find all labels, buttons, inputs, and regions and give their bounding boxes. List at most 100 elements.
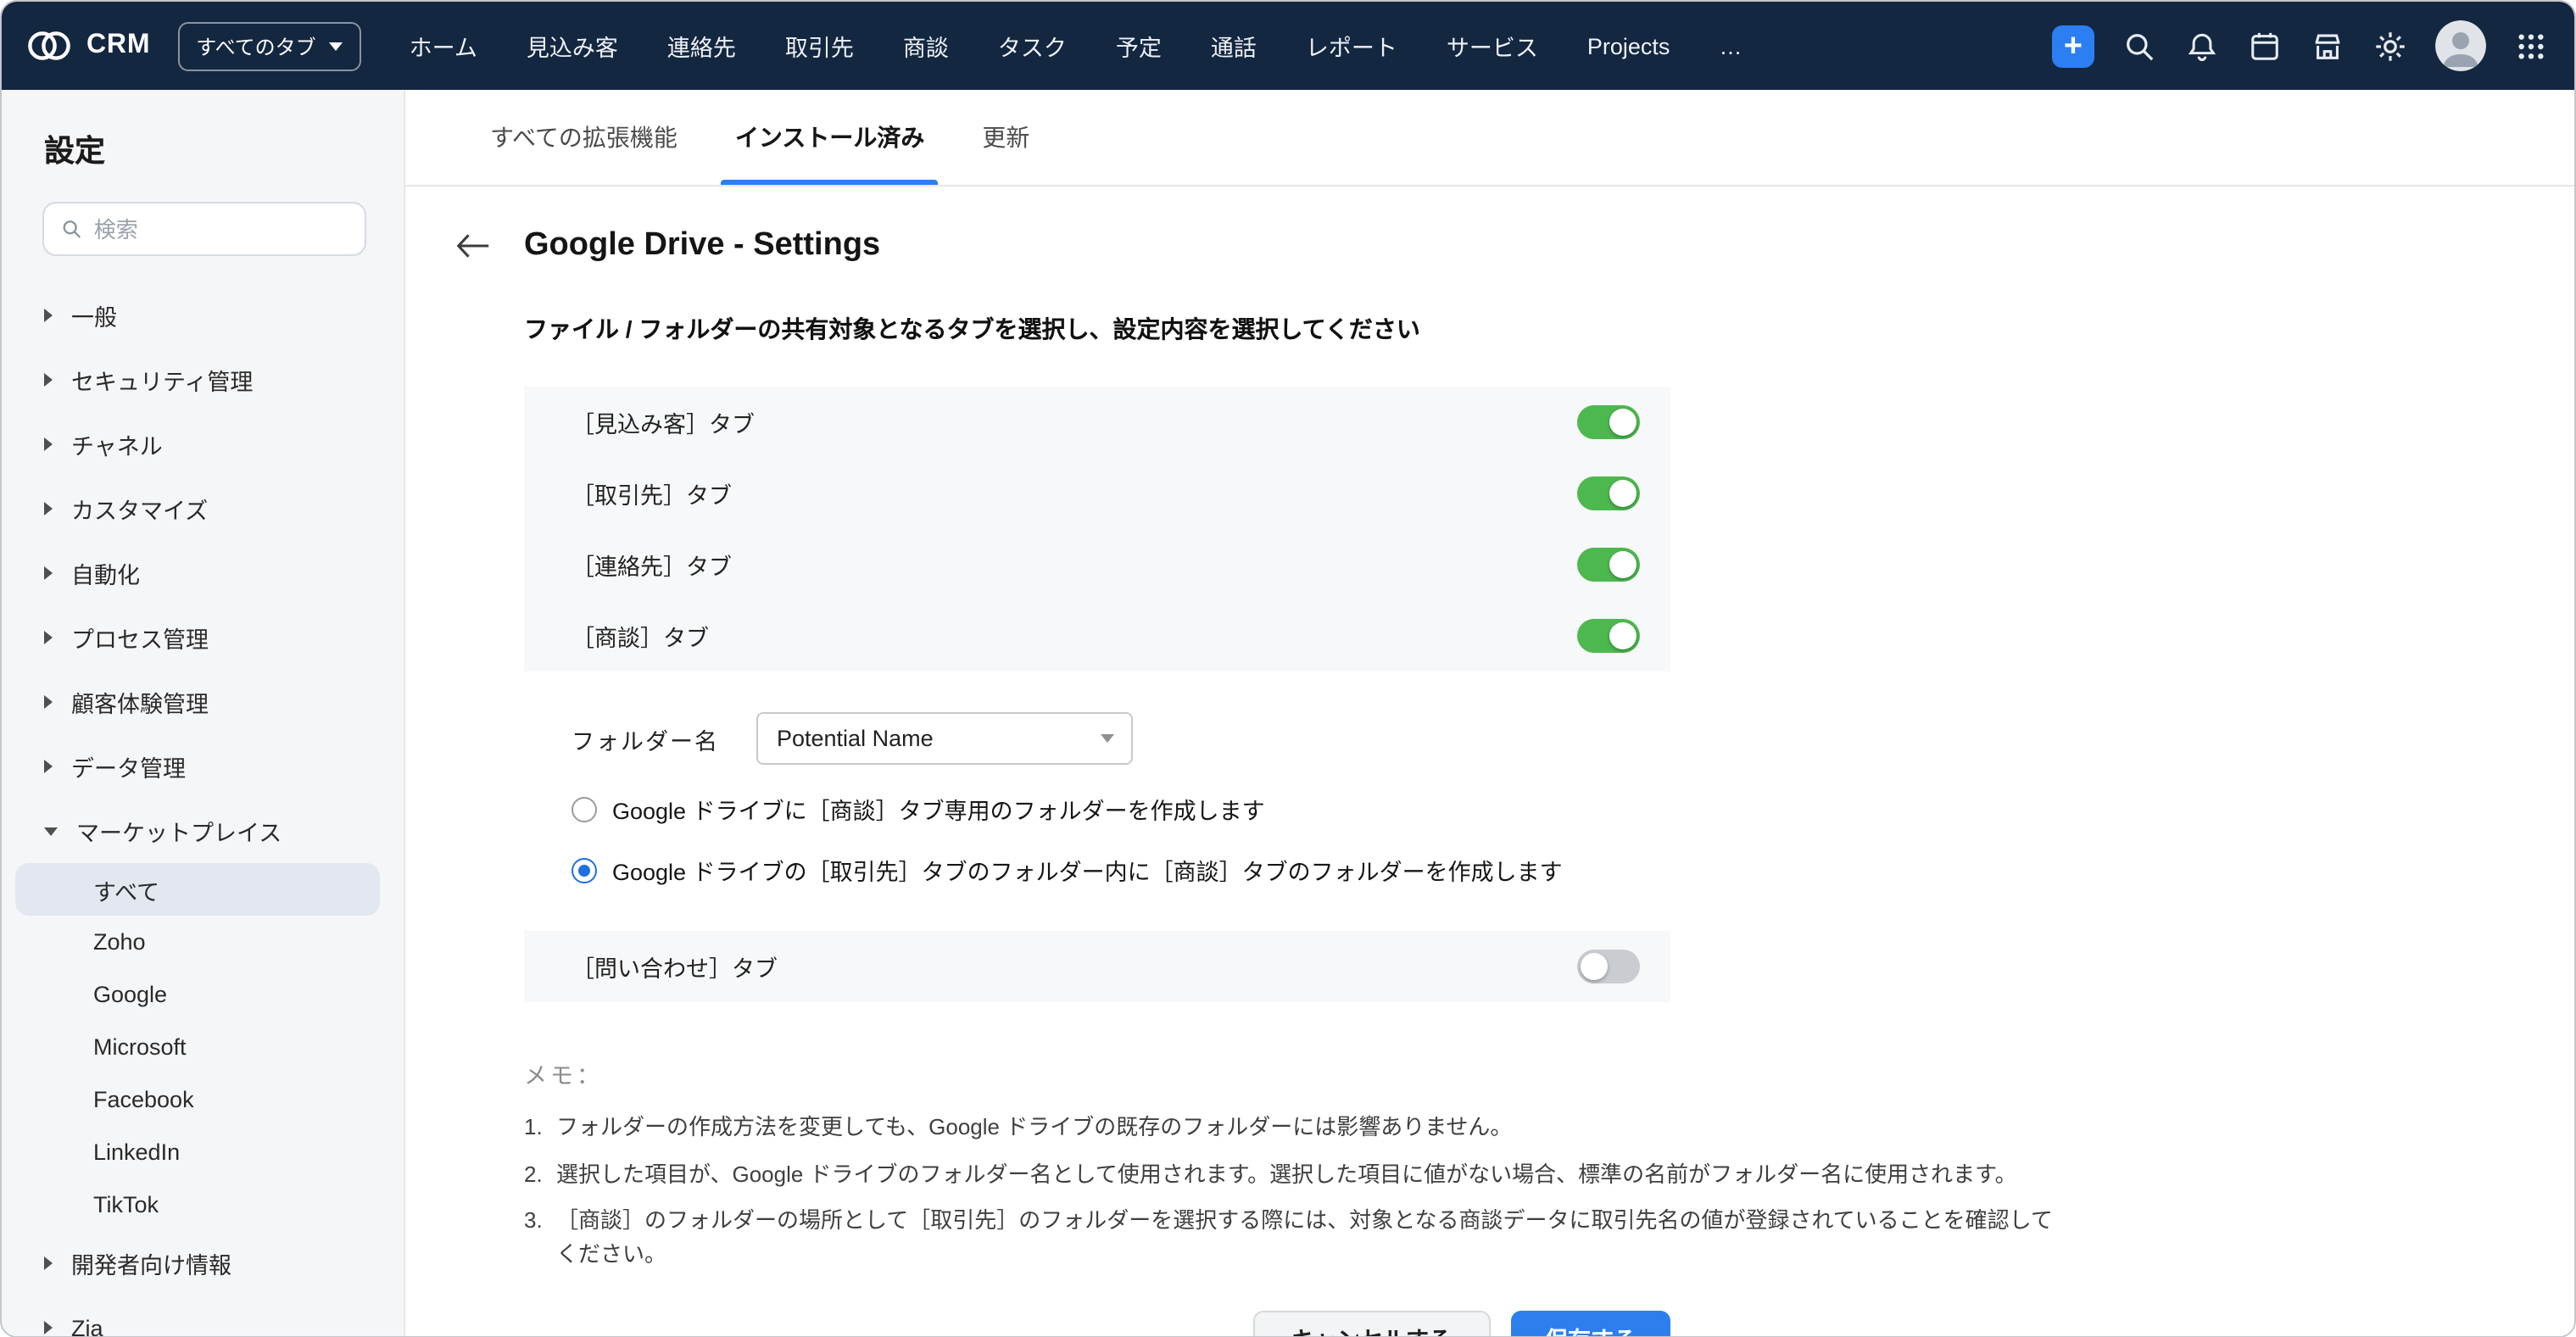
- arrow-left-icon: [456, 232, 490, 259]
- sidebar-subitem-google[interactable]: Google: [15, 968, 380, 1021]
- radio-button[interactable]: [572, 796, 597, 822]
- sidebar-item-label: マーケットプレイス: [76, 814, 282, 848]
- toggle-switch-contacts[interactable]: [1577, 548, 1640, 582]
- sidebar-subitem-linkedin[interactable]: LinkedIn: [15, 1126, 380, 1178]
- nav-item[interactable]: 予定: [1116, 29, 1162, 63]
- sidebar-item-label: 自動化: [71, 556, 140, 590]
- nav-item[interactable]: 通話: [1211, 29, 1257, 63]
- note-item: 1. フォルダーの作成方法を変更しても、Google ドライブの既存のフォルダー…: [524, 1111, 2067, 1144]
- nav-item[interactable]: Projects: [1587, 33, 1670, 58]
- sidebar-item-developer[interactable]: 開発者向け情報: [2, 1231, 404, 1295]
- toggle-row-label: ［見込み客］タブ: [572, 405, 755, 439]
- sidebar-item-label: Zia: [71, 1315, 103, 1335]
- bell-icon: [2186, 30, 2218, 62]
- sidebar-item-process[interactable]: プロセス管理: [2, 605, 404, 670]
- tab-all-extensions[interactable]: すべての拡張機能: [487, 90, 681, 185]
- toggle-row: ［連絡先］タブ: [524, 529, 1670, 600]
- sidebar-search[interactable]: [42, 202, 366, 256]
- note-item: 2. 選択した項目が、Google ドライブのフォルダー名として使用されます。選…: [524, 1157, 2067, 1190]
- avatar-icon: [2435, 20, 2486, 71]
- nav-item[interactable]: レポート: [1306, 29, 1397, 63]
- page-title: Google Drive - Settings: [524, 227, 880, 265]
- chevron-right-icon: [44, 695, 53, 709]
- radio-button[interactable]: [572, 857, 597, 883]
- sidebar-item-marketplace[interactable]: マーケットプレイス: [2, 799, 404, 863]
- note-text: 選択した項目が、Google ドライブのフォルダー名として使用されます。選択した…: [556, 1157, 2017, 1190]
- marketplace-button[interactable]: [2310, 28, 2345, 64]
- sidebar-subitem-facebook[interactable]: Facebook: [15, 1073, 380, 1126]
- nav-item[interactable]: 取引先: [785, 29, 854, 63]
- zoho-logo[interactable]: [25, 29, 73, 63]
- sidebar-item-security[interactable]: セキュリティ管理: [2, 348, 404, 412]
- toggle-row: ［商談］タブ: [524, 600, 1670, 671]
- sidebar-item-channels[interactable]: チャネル: [2, 412, 404, 476]
- calendar-button[interactable]: [2247, 28, 2283, 64]
- user-avatar[interactable]: [2435, 20, 2486, 71]
- apps-grid-button[interactable]: [2513, 28, 2549, 64]
- chevron-right-icon: [44, 502, 53, 515]
- nav-item[interactable]: ホーム: [410, 29, 477, 63]
- nav-item[interactable]: 商談: [903, 29, 949, 63]
- tab-selector-dropdown[interactable]: すべてのタブ: [177, 21, 361, 70]
- nav-item[interactable]: 連絡先: [667, 29, 736, 63]
- nav-item[interactable]: サービス: [1447, 29, 1538, 63]
- chevron-right-icon: [44, 631, 53, 644]
- back-button[interactable]: [453, 229, 493, 263]
- toggle-switch-cases[interactable]: [1577, 950, 1640, 983]
- search-button[interactable]: [2122, 28, 2157, 64]
- nav-more-item[interactable]: …: [1719, 33, 1742, 58]
- settings-sidebar: 設定 一般 セキュリティ管理 チャネル カスタマイズ: [2, 90, 405, 1335]
- save-button[interactable]: 保存する: [1511, 1311, 1670, 1335]
- sidebar-item-label: セキュリティ管理: [71, 363, 253, 397]
- tab-updates[interactable]: 更新: [979, 90, 1033, 185]
- radio-option-nested-folder[interactable]: Google ドライブの［取引先］タブのフォルダー内に［商談］タブのフォルダーを…: [572, 853, 1623, 887]
- nav-item[interactable]: タスク: [998, 29, 1067, 63]
- settings-button[interactable]: [2372, 28, 2408, 64]
- notes-section: メモ： 1. フォルダーの作成方法を変更しても、Google ドライブの既存のフ…: [524, 1056, 2506, 1270]
- sidebar-item-automation[interactable]: 自動化: [2, 541, 404, 605]
- instruction-text: ファイル / フォルダーの共有対象となるタブを選択し、設定内容を選択してください: [524, 312, 2506, 346]
- topbar: CRM すべてのタブ ホーム 見込み客 連絡先 取引先 商談 タスク 予定 通話…: [2, 2, 2574, 90]
- chevron-right-icon: [44, 373, 53, 387]
- toggle-row: ［問い合わせ］タブ: [524, 931, 1670, 1002]
- toggle-switch-deals[interactable]: [1577, 619, 1640, 653]
- gear-icon: [2374, 30, 2406, 62]
- sidebar-subitem-microsoft[interactable]: Microsoft: [15, 1021, 380, 1073]
- chevron-right-icon: [44, 1321, 53, 1334]
- sidebar-item-general[interactable]: 一般: [2, 283, 404, 348]
- sidebar-search-input[interactable]: [94, 216, 348, 242]
- sidebar-subitem-all[interactable]: すべて: [15, 863, 380, 916]
- cancel-button[interactable]: キャンセルする: [1252, 1311, 1491, 1335]
- folder-name-label: フォルダー名: [572, 721, 719, 755]
- folder-settings-section: フォルダー名 Potential Name Google ドライブに［商談］タブ…: [524, 671, 1670, 931]
- quick-create-button[interactable]: +: [2052, 25, 2094, 67]
- chevron-down-icon: [330, 42, 343, 50]
- notifications-button[interactable]: [2184, 28, 2220, 64]
- toggle-switch-accounts[interactable]: [1577, 476, 1640, 510]
- tab-installed[interactable]: インストール済み: [732, 90, 928, 185]
- chevron-right-icon: [44, 566, 53, 580]
- sidebar-subitem-tiktok[interactable]: TikTok: [15, 1178, 380, 1231]
- brand-title: CRM: [86, 31, 150, 61]
- sidebar-item-customization[interactable]: カスタマイズ: [2, 476, 404, 541]
- sidebar-item-label: 開発者向け情報: [71, 1246, 231, 1280]
- folder-name-select[interactable]: Potential Name: [756, 712, 1133, 765]
- sidebar-item-cx[interactable]: 顧客体験管理: [2, 670, 404, 734]
- nav-item[interactable]: 見込み客: [527, 29, 618, 63]
- note-text: ［商談］のフォルダーの場所として［取引先］のフォルダーを選択する際には、対象とな…: [556, 1204, 2067, 1270]
- sidebar-item-label: 一般: [71, 298, 117, 332]
- sidebar-subitem-zoho[interactable]: Zoho: [15, 916, 380, 968]
- chevron-right-icon: [44, 437, 53, 451]
- sidebar-item-label: カスタマイズ: [71, 492, 208, 526]
- folder-name-value: Potential Name: [777, 726, 934, 751]
- note-number: 3.: [524, 1204, 556, 1270]
- toggle-row-label: ［連絡先］タブ: [572, 548, 732, 582]
- sidebar-item-data[interactable]: データ管理: [2, 734, 404, 799]
- chevron-right-icon: [44, 1256, 53, 1270]
- form-actions: キャンセルする 保存する: [524, 1311, 1670, 1335]
- radio-option-dedicated-folder[interactable]: Google ドライブに［商談］タブ専用のフォルダーを作成します: [572, 792, 1623, 826]
- tab-settings-panel: ［見込み客］タブ ［取引先］タブ ［連絡先］タブ ［商談］タブ: [524, 387, 1670, 1002]
- toggle-switch-leads[interactable]: [1577, 405, 1640, 439]
- toggle-row-label: ［商談］タブ: [572, 619, 709, 653]
- sidebar-item-zia[interactable]: Zia: [2, 1295, 404, 1335]
